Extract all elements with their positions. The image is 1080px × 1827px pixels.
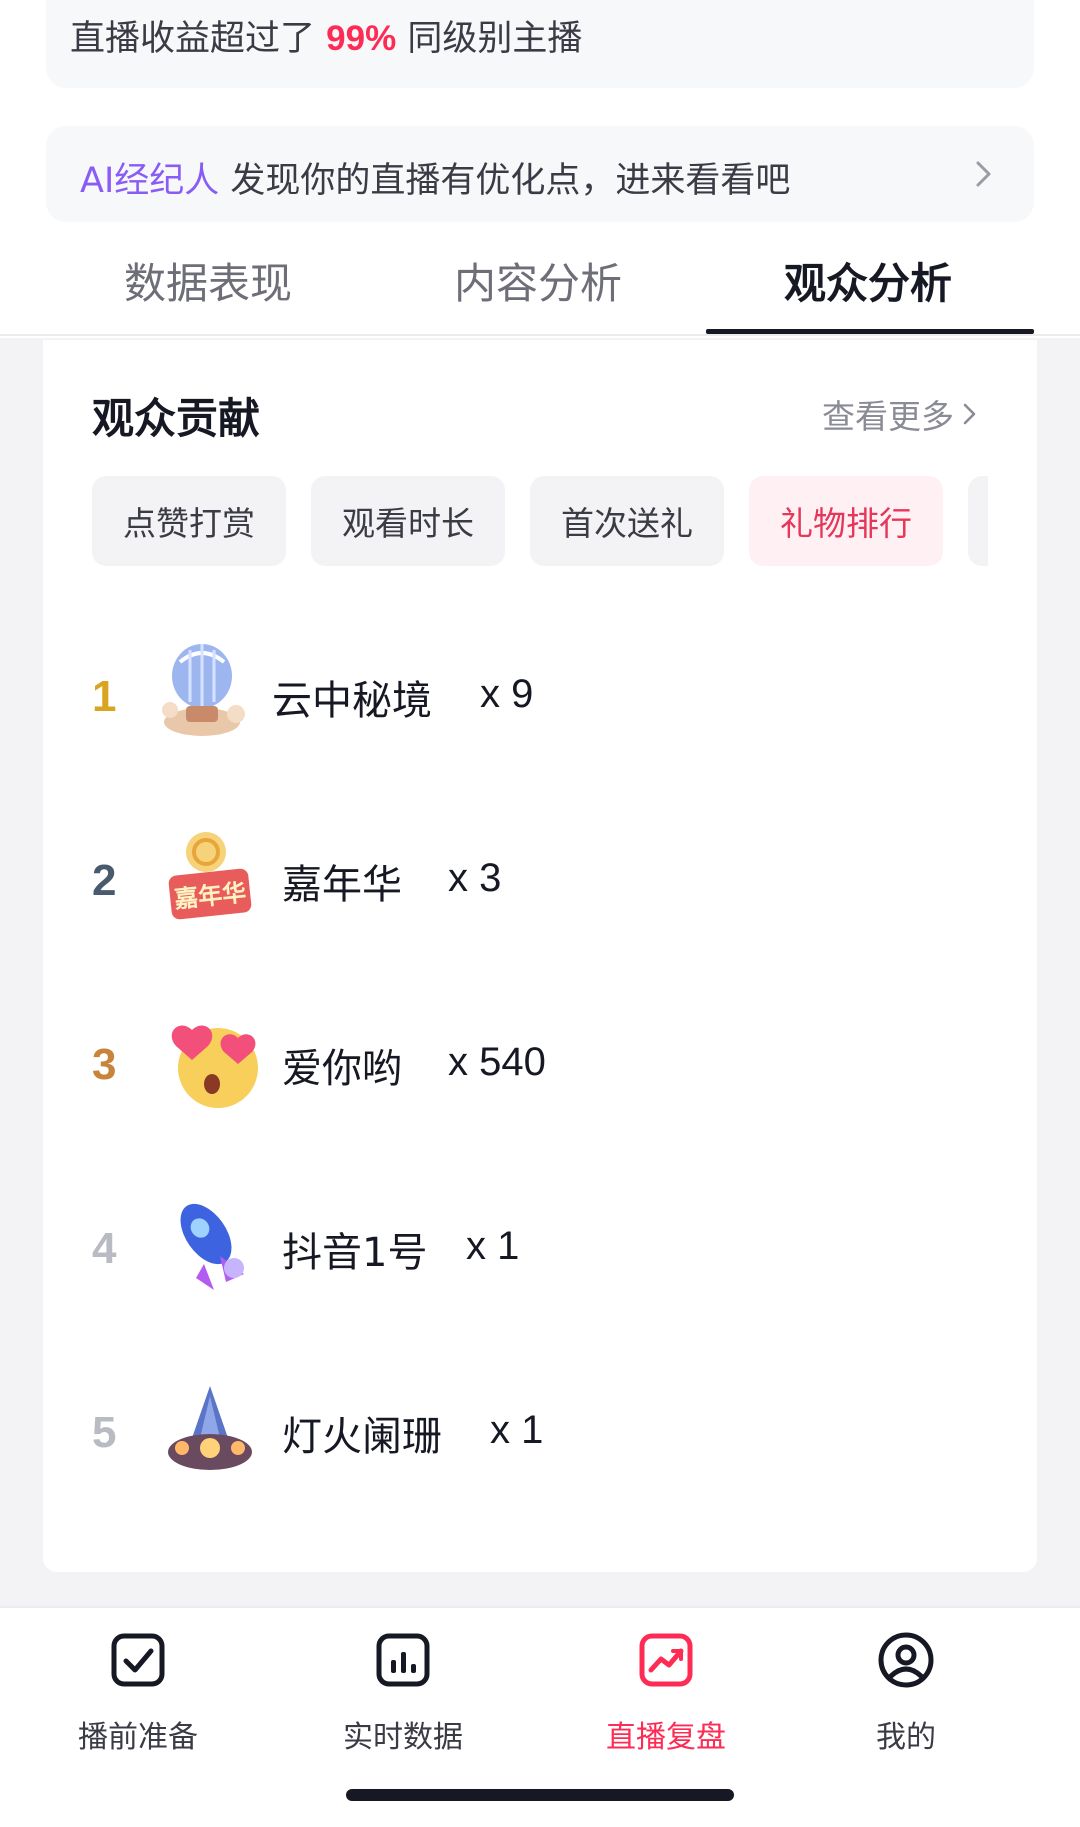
ai-banner-message: 发现你的直播有优化点，进来看看吧 — [230, 161, 791, 201]
hot-air-balloon-gift-icon — [162, 644, 245, 736]
chip-likes-tips[interactable]: 点赞打赏 — [92, 476, 286, 566]
rank-number: 5 — [92, 1408, 117, 1457]
gift-name: 抖音1号 — [282, 1230, 428, 1276]
chip-overflow-next[interactable] — [968, 476, 988, 566]
chip-first-gift[interactable]: 首次送礼 — [530, 476, 724, 566]
income-prefix: 直播收益超过了 — [70, 19, 316, 59]
tab-audience-analysis[interactable]: 观众分析 — [784, 250, 952, 311]
nav-label: 我的 — [876, 1720, 936, 1755]
lantern-castle-gift-icon — [168, 1386, 252, 1470]
nav-item-pre-live[interactable]: 播前准备 — [38, 1630, 238, 1756]
ai-agent-banner[interactable]: AI经纪人 发现你的直播有优化点，进来看看吧 — [46, 126, 1034, 222]
income-summary-text: 直播收益超过了 99% 同级别主播 — [70, 10, 582, 61]
chip-watch-duration[interactable]: 观看时长 — [311, 476, 505, 566]
gift-count: x 9 — [480, 672, 534, 716]
rank-number: 4 — [92, 1224, 117, 1273]
nav-item-mine[interactable]: 我的 — [806, 1630, 1006, 1756]
tab-data-performance[interactable]: 数据表现 — [124, 250, 292, 311]
nav-item-live-review[interactable]: 直播复盘 — [566, 1630, 766, 1756]
income-percentile: 99% — [326, 19, 397, 58]
chevron-right-icon — [963, 403, 976, 425]
gift-count: x 540 — [448, 1040, 546, 1084]
nav-label: 直播复盘 — [606, 1720, 726, 1755]
carnival-gift-icon: 嘉年华 — [168, 832, 252, 920]
see-more-link[interactable]: 查看更多 — [822, 390, 980, 438]
tab-content-analysis[interactable]: 内容分析 — [454, 250, 622, 311]
gift-name: 灯火阑珊 — [282, 1414, 442, 1460]
gift-name: 爱你哟 — [282, 1046, 402, 1092]
nav-label: 播前准备 — [78, 1720, 198, 1755]
section-title: 观众贡献 — [92, 394, 261, 443]
gift-name: 云中秘境 — [272, 678, 432, 724]
bar-chart-icon — [376, 1633, 430, 1687]
rank-number: 2 — [92, 856, 117, 905]
gift-name: 嘉年华 — [282, 862, 402, 908]
chip-gift-ranking[interactable]: 礼物排行 — [749, 476, 943, 566]
rank-number: 3 — [92, 1040, 117, 1089]
tab-divider — [0, 334, 1080, 336]
rank-number: 1 — [92, 672, 117, 721]
ai-banner-text: AI经纪人 发现你的直播有优化点，进来看看吧 — [80, 152, 790, 203]
home-indicator — [346, 1789, 734, 1801]
nav-label: 实时数据 — [343, 1720, 463, 1755]
gift-count: x 1 — [466, 1224, 520, 1268]
checkbox-icon — [111, 1633, 165, 1687]
rocket-gift-icon — [180, 1203, 244, 1290]
ai-agent-brand: AI经纪人 — [80, 161, 220, 201]
income-suffix: 同级别主播 — [407, 19, 583, 59]
trend-chart-icon — [639, 1633, 693, 1687]
nav-item-realtime-data[interactable]: 实时数据 — [303, 1630, 503, 1756]
gift-count: x 1 — [490, 1408, 544, 1452]
gift-count: x 3 — [448, 856, 502, 900]
see-more-label: 查看更多 — [822, 397, 954, 436]
user-profile-icon — [878, 1632, 934, 1688]
heart-eyes-gift-icon — [171, 1025, 258, 1108]
chevron-right-icon — [976, 161, 991, 187]
